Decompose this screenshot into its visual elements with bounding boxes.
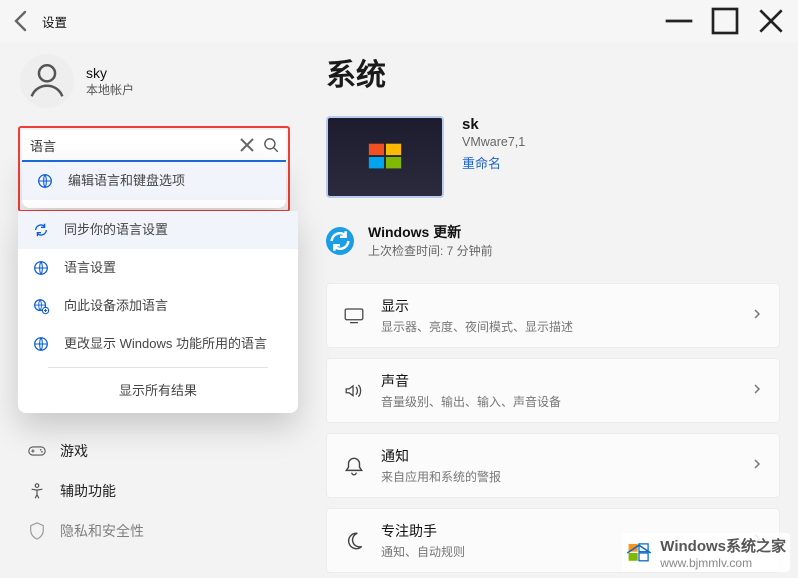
search-input[interactable]: [30, 138, 232, 153]
nav-item-privacy[interactable]: 隐私和安全性: [18, 511, 298, 551]
bell-icon: [343, 455, 365, 477]
profile-name: sky: [86, 65, 134, 81]
card-display[interactable]: 显示显示器、亮度、夜间模式、显示描述: [326, 283, 780, 348]
language-icon: [36, 172, 54, 190]
watermark: Windows系统之家 www.bjmmlv.com: [622, 533, 790, 572]
search-result-label: 更改显示 Windows 功能所用的语言: [64, 336, 267, 353]
maximize-button[interactable]: [702, 5, 748, 37]
minimize-button[interactable]: [656, 5, 702, 37]
back-button[interactable]: [4, 3, 40, 39]
avatar-icon: [20, 54, 74, 108]
search-box[interactable]: [22, 130, 286, 162]
search-result-label: 向此设备添加语言: [64, 298, 168, 315]
search-highlight-region: 编辑语言和键盘选项: [18, 126, 290, 212]
search-result-label: 语言设置: [64, 260, 116, 277]
moon-icon: [343, 530, 365, 552]
search-results-continued: 同步你的语言设置 语言设置 向此设备添加语言 更改显示 Windows 功能所用…: [18, 211, 298, 413]
search-result-item[interactable]: 语言设置: [18, 249, 298, 287]
accessibility-icon: [28, 482, 46, 500]
search-result-item[interactable]: 同步你的语言设置: [18, 211, 298, 249]
gamepad-icon: [28, 442, 46, 460]
update-subtitle: 上次检查时间: 7 分钟前: [368, 242, 493, 259]
profile-block[interactable]: sky 本地帐户: [18, 42, 298, 126]
profile-subtitle: 本地帐户: [86, 81, 134, 98]
search-results: 编辑语言和键盘选项: [22, 162, 286, 208]
language-icon: [32, 335, 50, 353]
search-result-item[interactable]: 向此设备添加语言: [18, 287, 298, 325]
nav-label: 游戏: [60, 441, 88, 461]
shield-icon: [28, 522, 46, 540]
search-result-item[interactable]: 更改显示 Windows 功能所用的语言: [18, 325, 298, 363]
card-sub: 显示器、亮度、夜间模式、显示描述: [381, 318, 735, 335]
watermark-url: www.bjmmlv.com: [660, 556, 786, 570]
main-content: 系统 sk VMware7,1 重命名 Windows 更新 上次检查时间: 7…: [298, 42, 780, 578]
sync-icon: [32, 221, 50, 239]
watermark-title: Windows系统之家: [660, 535, 786, 556]
nav-item-gaming[interactable]: 游戏: [18, 431, 298, 471]
device-model: VMware7,1: [462, 135, 525, 149]
search-result-item[interactable]: 编辑语言和键盘选项: [22, 162, 286, 200]
nav-item-accessibility[interactable]: 辅助功能: [18, 471, 298, 511]
chevron-right-icon: [751, 308, 763, 323]
titlebar: 设置: [0, 0, 798, 42]
language-icon: [32, 259, 50, 277]
search-icon[interactable]: [262, 136, 280, 154]
chevron-right-icon: [751, 383, 763, 398]
card-sound[interactable]: 声音音量级别、输出、输入、声音设备: [326, 358, 780, 423]
nav-list: 游戏 辅助功能 隐私和安全性: [18, 431, 298, 551]
card-sub: 来自应用和系统的警报: [381, 468, 735, 485]
search-result-label: 同步你的语言设置: [64, 222, 168, 239]
monitor-icon: [343, 307, 365, 325]
close-button[interactable]: [748, 5, 794, 37]
device-image: [326, 116, 444, 198]
sidebar: sky 本地帐户 编辑语言和键盘选项: [18, 42, 298, 578]
search-result-label: 编辑语言和键盘选项: [68, 173, 185, 190]
device-name: sk: [462, 116, 525, 133]
device-summary: sk VMware7,1 重命名: [326, 116, 780, 198]
rename-link[interactable]: 重命名: [462, 153, 525, 172]
add-language-icon: [32, 297, 50, 315]
window-title: 设置: [42, 12, 67, 31]
clear-icon[interactable]: [238, 136, 256, 154]
update-icon: [326, 227, 354, 255]
card-sub: 音量级别、输出、输入、声音设备: [381, 393, 735, 410]
nav-label: 隐私和安全性: [60, 521, 144, 541]
watermark-logo-icon: [626, 540, 652, 566]
nav-label: 辅助功能: [60, 481, 116, 501]
windows-update-block[interactable]: Windows 更新 上次检查时间: 7 分钟前: [326, 222, 780, 259]
update-title: Windows 更新: [368, 222, 493, 242]
page-title: 系统: [326, 50, 780, 94]
card-title: 显示: [381, 296, 735, 316]
card-title: 通知: [381, 446, 735, 466]
chevron-right-icon: [751, 458, 763, 473]
show-all-results[interactable]: 显示所有结果: [18, 370, 298, 405]
card-title: 声音: [381, 371, 735, 391]
card-notifications[interactable]: 通知来自应用和系统的警报: [326, 433, 780, 498]
sound-icon: [343, 382, 365, 400]
